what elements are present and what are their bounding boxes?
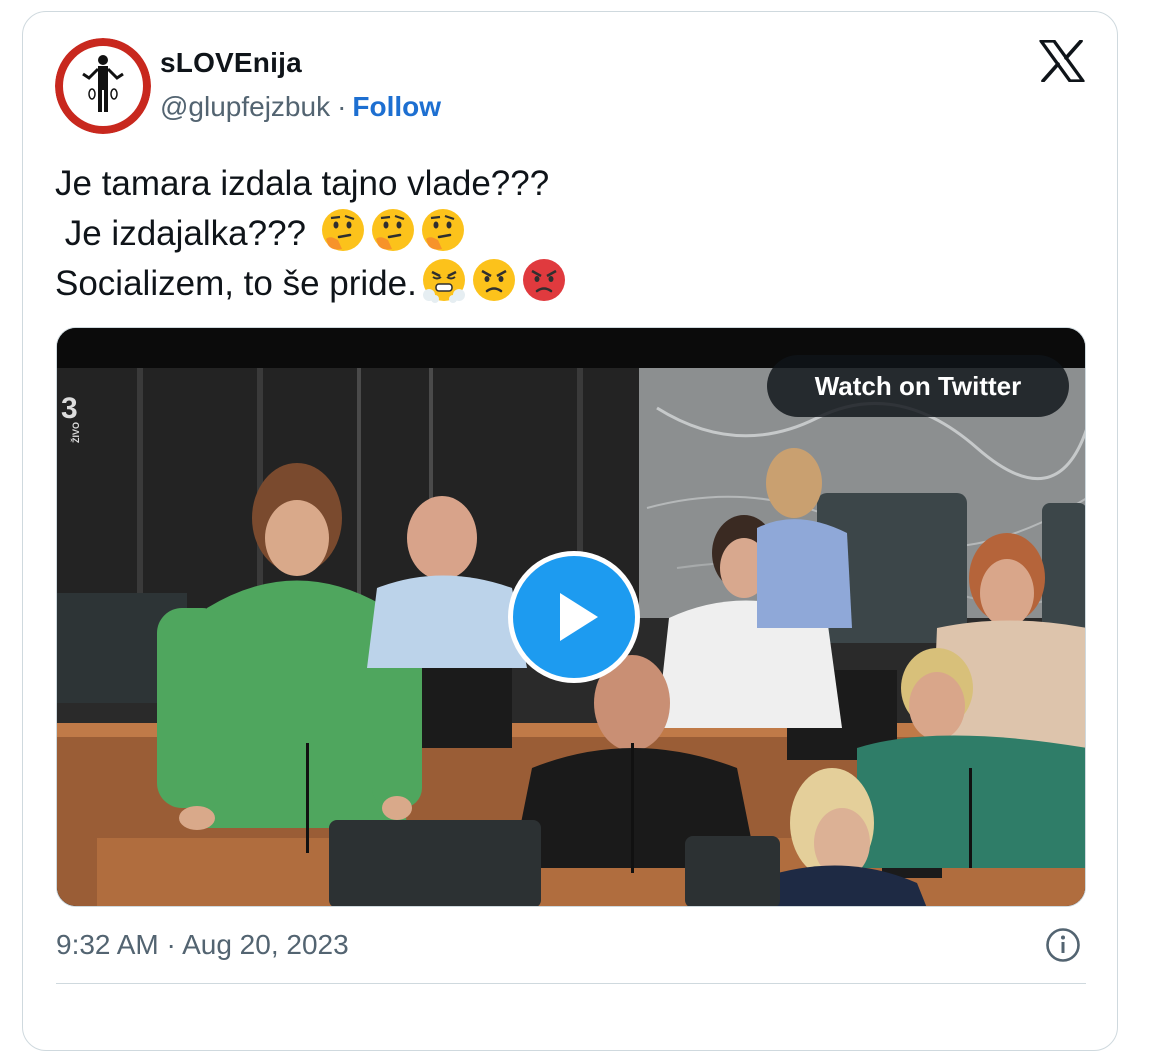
handle-separator: · [337,91,347,122]
follow-button[interactable]: Follow [352,91,441,122]
svg-text:3: 3 [61,392,78,425]
thinking-face-emoji [421,209,464,251]
author-handle[interactable]: @glupfejzbuk [160,91,330,122]
avatar-prohibition-sign [55,38,151,134]
tweet-line-2: Je izdajalka??? [55,214,316,253]
timestamp-separator: · [166,929,176,960]
pouting-face-emoji [522,259,565,301]
tweet-time[interactable]: 9:32 AM [56,929,159,960]
author-display-name[interactable]: sLOVEnija [160,47,302,79]
author-handle-row: @glupfejzbuk · Follow [160,91,441,123]
tweet-text: Je tamara izdala tajno vlade??? Je izdaj… [55,160,567,307]
info-icon[interactable] [1044,926,1082,964]
footer-divider [56,983,1086,984]
play-button[interactable] [508,551,640,683]
video-player[interactable]: 3 ŽIVO Watch on Twitter [56,327,1086,907]
tweet-line-1: Je tamara izdala tajno vlade??? [55,164,550,203]
tweet-date[interactable]: Aug 20, 2023 [182,929,349,960]
thinking-face-emoji [371,209,414,251]
x-logo-icon[interactable] [1039,40,1085,82]
tweet-line-3: Socializem, to še pride. [55,264,417,303]
play-icon [560,593,598,641]
tweet-timestamp[interactable]: 9:32 AM · Aug 20, 2023 [56,929,349,961]
face-with-steam-emoji [422,259,465,303]
channel-badge: ŽIVO [70,422,81,443]
thinking-face-emoji [321,209,364,251]
author-avatar[interactable] [55,38,151,134]
watch-on-twitter-button[interactable]: Watch on Twitter [767,355,1069,417]
angry-face-emoji [472,259,515,301]
